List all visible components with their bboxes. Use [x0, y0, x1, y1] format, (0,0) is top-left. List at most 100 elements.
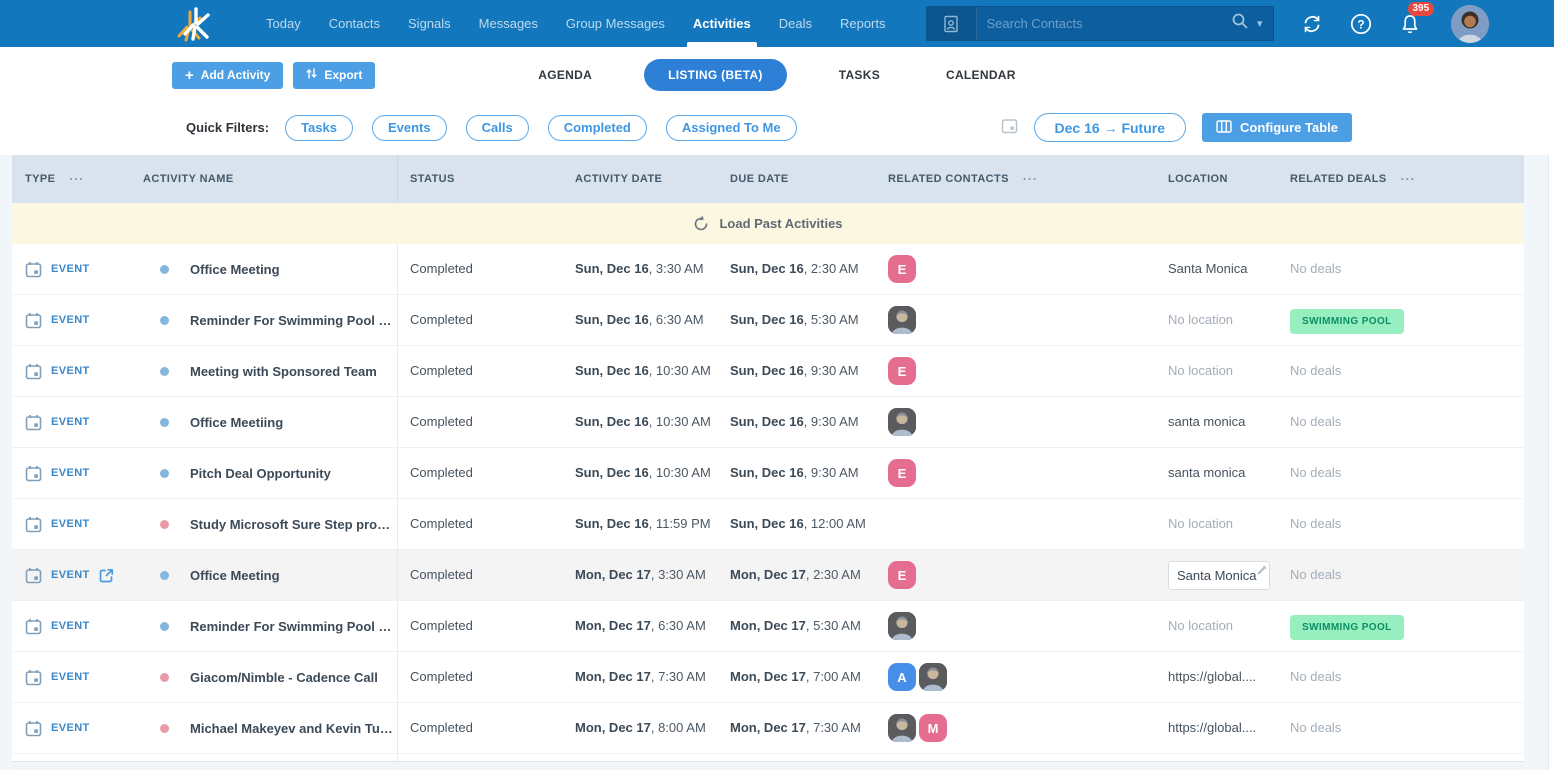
filter-pill-events[interactable]: Events [372, 115, 447, 141]
activity-name[interactable]: Reminder For Swimming Pool Deal [190, 313, 397, 328]
nav-item-contacts[interactable]: Contacts [315, 0, 394, 47]
col-header-due-date[interactable]: DUE DATE [730, 173, 789, 185]
type-label: EVENT [51, 314, 90, 326]
contact-avatar-photo[interactable] [888, 612, 916, 640]
date-range-filter[interactable]: Dec 16 → Future [1034, 113, 1186, 142]
configure-table-button[interactable]: Configure Table [1202, 113, 1352, 142]
activity-name[interactable]: Giacom/Nimble - Cadence Call [190, 670, 378, 685]
load-past-activities-button[interactable]: Load Past Activities [12, 203, 1524, 244]
table-row[interactable]: EVENT Pitch Deal Opportunity Completed S… [12, 448, 1524, 499]
location-cell[interactable]: No location [1156, 515, 1278, 533]
table-row[interactable]: EVENT Reminder For Swimming Pool Deal Co… [12, 601, 1524, 652]
col-header-location[interactable]: LOCATION [1168, 173, 1228, 185]
col-header-related-deals[interactable]: RELATED DEALS [1290, 173, 1387, 185]
add-activity-button[interactable]: + Add Activity [172, 62, 283, 89]
contact-avatar-photo[interactable] [888, 408, 916, 436]
nav-item-signals[interactable]: Signals [394, 0, 465, 47]
contact-avatar-initial[interactable]: M [919, 714, 947, 742]
activity-color-dot [160, 724, 169, 733]
table-header-row: TYPE ··· ACTIVITY NAME STATUS ACTIVITY D… [12, 155, 1524, 203]
col-header-activity-name[interactable]: ACTIVITY NAME [143, 173, 234, 185]
table-row[interactable]: EVENT Michael Makeyev and Kevin Turner C… [12, 703, 1524, 754]
contact-card-icon[interactable] [927, 7, 977, 40]
contact-avatar-initial[interactable]: E [888, 255, 916, 283]
user-avatar[interactable] [1451, 5, 1489, 43]
col-header-status[interactable]: STATUS [410, 173, 455, 185]
contact-avatar-initial[interactable]: E [888, 561, 916, 589]
contacts-column-menu-icon[interactable]: ··· [1023, 172, 1038, 186]
no-deals-label: No deals [1290, 567, 1341, 582]
event-calendar-icon [25, 516, 42, 533]
open-activity-icon[interactable] [99, 568, 114, 583]
table-row[interactable]: EVENT Meeting with Sponsored Team Comple… [12, 346, 1524, 397]
filter-pill-calls[interactable]: Calls [466, 115, 529, 141]
contact-avatar-photo[interactable] [919, 663, 947, 691]
contact-avatar-photo[interactable] [888, 306, 916, 334]
location-cell[interactable]: No location [1156, 362, 1278, 380]
col-header-related-contacts[interactable]: RELATED CONTACTS [888, 173, 1009, 185]
location-cell[interactable]: santa monica [1156, 413, 1278, 431]
location-cell[interactable]: Santa Monica [1156, 561, 1278, 590]
nimble-logo[interactable] [172, 4, 218, 44]
tab-tasks[interactable]: TASKS [825, 59, 894, 91]
nav-item-reports[interactable]: Reports [826, 0, 900, 47]
deal-badge[interactable]: SWIMMING POOL [1290, 615, 1404, 640]
search-options-chevron-icon[interactable]: ▾ [1257, 17, 1263, 30]
due-date-value: Sun, Dec 16, 2:30 AM [730, 261, 859, 276]
location-edit-field[interactable]: Santa Monica [1168, 561, 1270, 590]
location-cell[interactable]: Santa Monica [1156, 260, 1278, 278]
nav-item-group-messages[interactable]: Group Messages [552, 0, 679, 47]
location-cell[interactable]: santa monica [1156, 464, 1278, 482]
filter-pill-completed[interactable]: Completed [548, 115, 647, 141]
location-cell[interactable]: No location [1156, 311, 1278, 329]
event-calendar-icon [25, 669, 42, 686]
table-row[interactable]: EVENT Study Microsoft Sure Step program … [12, 499, 1524, 550]
nav-item-today[interactable]: Today [252, 0, 315, 47]
tab-listing-beta[interactable]: LISTING (BETA) [644, 59, 787, 91]
table-row[interactable]: EVENT Office Meeting Completed Mon, Dec … [12, 550, 1524, 601]
help-icon[interactable]: ? [1349, 12, 1373, 36]
activity-name[interactable]: Office Meeting [190, 568, 280, 583]
deals-column-menu-icon[interactable]: ··· [1401, 172, 1416, 186]
tab-calendar[interactable]: CALENDAR [932, 59, 1030, 91]
location-cell[interactable]: https://global.... [1156, 668, 1278, 686]
filter-pill-assigned-to-me[interactable]: Assigned To Me [666, 115, 797, 141]
tab-agenda[interactable]: AGENDA [524, 59, 606, 91]
filter-pill-tasks[interactable]: Tasks [285, 115, 353, 141]
activity-name[interactable]: Office Meeting [190, 262, 280, 277]
col-header-type[interactable]: TYPE [25, 173, 55, 185]
related-contacts: E [888, 255, 1156, 283]
activity-name[interactable]: Reminder For Swimming Pool Deal [190, 619, 397, 634]
nav-item-deals[interactable]: Deals [765, 0, 826, 47]
contact-avatar-initial[interactable]: A [888, 663, 916, 691]
location-cell[interactable]: No location [1156, 617, 1278, 635]
search-input[interactable] [977, 16, 1231, 31]
activity-date-value: Sun, Dec 16, 10:30 AM [575, 414, 711, 429]
activity-name[interactable]: Meeting with Sponsored Team [190, 364, 377, 379]
location-cell[interactable]: https://global.... [1156, 719, 1278, 737]
contact-avatar-initial[interactable]: E [888, 459, 916, 487]
search-icon[interactable] [1231, 12, 1249, 35]
activity-name[interactable]: Study Microsoft Sure Step program [190, 517, 397, 532]
sync-icon[interactable] [1300, 12, 1324, 36]
scroll-edge[interactable] [1548, 155, 1554, 770]
activity-name[interactable]: Michael Makeyev and Kevin Turner [190, 721, 397, 736]
table-row[interactable]: EVENT Office Meetiing Completed Sun, Dec… [12, 397, 1524, 448]
activity-name[interactable]: Office Meetiing [190, 415, 283, 430]
table-row[interactable]: EVENT Giacom/Nimble - Cadence Call Compl… [12, 652, 1524, 703]
contact-avatar-initial[interactable]: E [888, 357, 916, 385]
contact-avatar-photo[interactable] [888, 714, 916, 742]
nav-item-messages[interactable]: Messages [465, 0, 552, 47]
col-header-activity-date[interactable]: ACTIVITY DATE [575, 173, 662, 185]
type-column-menu-icon[interactable]: ··· [69, 172, 84, 186]
table-row[interactable]: EVENT Office Meeting Completed Sun, Dec … [12, 244, 1524, 295]
notifications-bell-icon[interactable]: 395 [1398, 12, 1422, 36]
calendar-icon[interactable] [1001, 117, 1018, 139]
top-navigation-bar: TodayContactsSignalsMessagesGroup Messag… [0, 0, 1554, 47]
nav-item-activities[interactable]: Activities [679, 0, 765, 47]
export-button[interactable]: Export [293, 62, 375, 89]
edit-pencil-icon[interactable] [1256, 564, 1267, 579]
deal-badge[interactable]: SWIMMING POOL [1290, 309, 1404, 334]
activity-name[interactable]: Pitch Deal Opportunity [190, 466, 331, 481]
table-row[interactable]: EVENT Reminder For Swimming Pool Deal Co… [12, 295, 1524, 346]
